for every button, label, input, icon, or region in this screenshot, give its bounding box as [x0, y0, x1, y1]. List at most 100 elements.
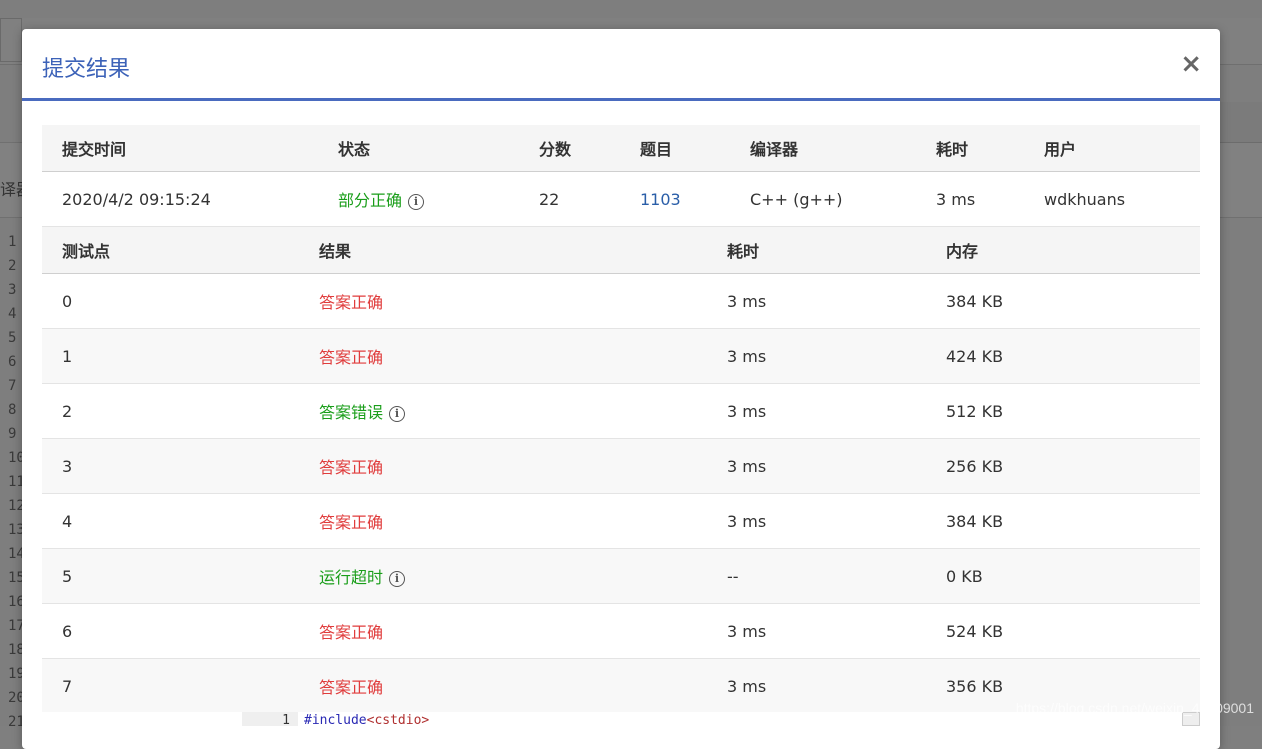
- test-memory: 512 KB: [926, 383, 1200, 439]
- background-line-number: 16: [8, 594, 25, 610]
- test-result: 答案错误: [319, 403, 384, 422]
- test-row: 2 答案错误 i 3 ms 512 KB: [42, 383, 1200, 439]
- test-result-cell: 答案正确: [299, 438, 707, 494]
- test-row: 1 答案正确 3 ms 424 KB: [42, 328, 1200, 384]
- test-time: 3 ms: [707, 603, 926, 659]
- test-result-cell: 答案正确: [299, 493, 707, 549]
- test-time: 3 ms: [707, 438, 926, 494]
- test-result-cell: 答案正确: [299, 273, 707, 329]
- test-memory: 384 KB: [926, 273, 1200, 329]
- modal-title: 提交结果: [42, 57, 131, 82]
- background-line-number: 3: [8, 282, 17, 298]
- submission-summary-table: 提交时间 状态 分数 题目 编译器 耗时 用户 2020/4/2 09:15:2…: [42, 125, 1200, 227]
- test-memory: 384 KB: [926, 493, 1200, 549]
- header-score: 分数: [519, 125, 620, 172]
- test-time: 3 ms: [707, 383, 926, 439]
- background-line-number: 14: [8, 546, 25, 562]
- info-icon[interactable]: i: [389, 405, 406, 422]
- background-line-number: 11: [8, 474, 25, 490]
- background-line-number: 13: [8, 522, 25, 538]
- header-duration: 耗时: [916, 125, 1024, 172]
- background-line-numbers: 1 2 3 4 5 6 7 8 9 10 11 12 13 14 15 16 17 18 19 20 21: [8, 230, 25, 734]
- info-icon[interactable]: i: [389, 570, 406, 587]
- code-line-number: 1: [242, 712, 298, 728]
- summary-row: 2020/4/2 09:15:24 部分正确 i 22 1103 C++ (g++…: [42, 171, 1200, 227]
- header-compiler: 编译器: [730, 125, 916, 172]
- test-id: 2: [42, 383, 299, 439]
- header-problem: 题目: [620, 125, 730, 172]
- modal-header: 提交结果 ×: [22, 29, 1220, 101]
- code-line: #include<cstdio>: [304, 712, 429, 730]
- tests-header-row: 测试点 结果 耗时 内存: [42, 227, 1200, 274]
- header-test-id: 测试点: [42, 227, 299, 274]
- test-rows: 0 答案正确 3 ms 384 KB 1 答案正确 3 ms 424 KB 2 答案错误 i 3 ms…: [42, 273, 1200, 714]
- test-row: 3 答案正确 3 ms 256 KB: [42, 438, 1200, 494]
- background-line-number: 15: [8, 570, 25, 586]
- header-memory: 内存: [926, 227, 1200, 274]
- header-result: 结果: [299, 227, 707, 274]
- summary-header-row: 提交时间 状态 分数 题目 编译器 耗时 用户: [42, 125, 1200, 172]
- test-cases-table: 测试点 结果 耗时 内存 0 答案正确 3 ms 384 KB 1 答案正确 3 ms 424…: [42, 227, 1200, 714]
- test-memory: 424 KB: [926, 328, 1200, 384]
- test-result: 运行超时: [319, 568, 384, 587]
- background-line-number: 8: [8, 402, 17, 418]
- test-result-cell: 答案正确: [299, 603, 707, 659]
- test-id: 7: [42, 658, 299, 714]
- status-cell: 部分正确 i: [318, 171, 519, 227]
- test-result: 答案正确: [319, 623, 384, 642]
- test-result-cell: 答案错误 i: [299, 383, 707, 439]
- background-line-number: 5: [8, 330, 17, 346]
- test-memory: 256 KB: [926, 438, 1200, 494]
- watermark: https://blog.csdn.net/weixin_41809001: [1015, 700, 1254, 716]
- test-time: 3 ms: [707, 273, 926, 329]
- test-result: 答案正确: [319, 458, 384, 477]
- test-result-cell: 运行超时 i: [299, 548, 707, 604]
- background-line-number: 7: [8, 378, 17, 394]
- background-input: [0, 18, 22, 62]
- test-memory: 0 KB: [926, 548, 1200, 604]
- score: 22: [519, 171, 620, 227]
- test-id: 3: [42, 438, 299, 494]
- test-id: 6: [42, 603, 299, 659]
- test-time: 3 ms: [707, 493, 926, 549]
- info-icon[interactable]: i: [408, 193, 425, 210]
- test-row: 0 答案正确 3 ms 384 KB: [42, 273, 1200, 329]
- background-line-number: 12: [8, 498, 25, 514]
- test-id: 1: [42, 328, 299, 384]
- header-time: 耗时: [707, 227, 926, 274]
- test-result: 答案正确: [319, 513, 384, 532]
- test-result-cell: 答案正确: [299, 328, 707, 384]
- status-text: 部分正确: [338, 191, 403, 210]
- header-user: 用户: [1024, 125, 1200, 172]
- test-result: 答案正确: [319, 678, 384, 697]
- test-time: 3 ms: [707, 658, 926, 714]
- background-panel: [1220, 102, 1262, 143]
- test-time: 3 ms: [707, 328, 926, 384]
- background-line-number: 4: [8, 306, 17, 322]
- test-id: 4: [42, 493, 299, 549]
- test-id: 0: [42, 273, 299, 329]
- background-line-number: 9: [8, 426, 17, 442]
- background-line-number: 6: [8, 354, 17, 370]
- header-submit-time: 提交时间: [42, 125, 318, 172]
- background-line-number: 17: [8, 618, 25, 634]
- test-time: --: [707, 548, 926, 604]
- background-line-number: 21: [8, 714, 25, 730]
- background-line-number: 19: [8, 666, 25, 682]
- background-line-number: 18: [8, 642, 25, 658]
- background-line-number: 2: [8, 258, 17, 274]
- submit-time: 2020/4/2 09:15:24: [42, 171, 318, 227]
- test-row: 4 答案正确 3 ms 384 KB: [42, 493, 1200, 549]
- test-memory: 524 KB: [926, 603, 1200, 659]
- close-icon[interactable]: ×: [1180, 49, 1202, 79]
- test-row: 5 运行超时 i -- 0 KB: [42, 548, 1200, 604]
- duration: 3 ms: [916, 171, 1024, 227]
- test-result: 答案正确: [319, 293, 384, 312]
- submission-result-modal: 提交结果 × 提交时间 状态 分数 题目 编译器 耗时 用户 2020/4/2 …: [22, 29, 1220, 749]
- background-line-number: 1: [8, 234, 17, 250]
- problem-cell: 1103: [620, 171, 730, 227]
- header-status: 状态: [318, 125, 519, 172]
- test-id: 5: [42, 548, 299, 604]
- user: wdkhuans: [1024, 171, 1200, 227]
- problem-link[interactable]: 1103: [640, 190, 681, 209]
